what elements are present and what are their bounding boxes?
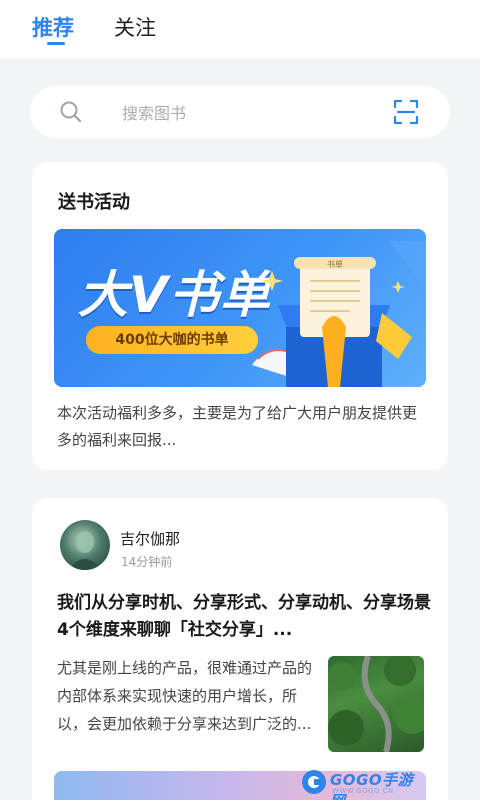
forest-road-image (328, 656, 424, 752)
avatar-image (68, 531, 102, 570)
activity-banner[interactable]: 大V书单 400位大咖的书单 书单 (54, 229, 426, 387)
tab-recommend[interactable]: 推荐 (32, 12, 74, 42)
activity-title: 送书活动 (58, 192, 130, 213)
active-tab-indicator (47, 42, 65, 45)
post-thumbnail[interactable] (328, 656, 424, 752)
activity-description: 本次活动福利多多，主要是为了给广大用户朋友提供更多的福利来回报... (57, 404, 418, 449)
banner-title: 大V书单 (78, 266, 271, 324)
author-name[interactable]: 吉尔伽那 (120, 528, 180, 549)
post-title[interactable]: 我们从分享时机、分享形式、分享动机、分享场景4个维度来聊聊「社交分享」... (57, 590, 437, 644)
watermark-subtext: WWW.GOGO.CN (332, 787, 394, 795)
watermark-text: GOGO手游网 (330, 771, 414, 800)
watermark: GOGO手游网 WWW.GOGO.CN (300, 766, 424, 800)
tab-follow[interactable]: 关注 (114, 12, 156, 42)
scan-icon[interactable] (392, 98, 420, 126)
activity-card[interactable]: 送书活动 大V书单 400位大咖的书单 书单 本次活动福利多多，主要是为了给广大… (32, 162, 448, 470)
search-input[interactable]: 搜索图书 (122, 100, 186, 124)
post-timestamp: 14分钟前 (121, 555, 173, 569)
search-icon (60, 101, 82, 123)
post-card[interactable]: 吉尔伽那 14分钟前 我们从分享时机、分享形式、分享动机、分享场景4个维度来聊聊… (32, 498, 448, 800)
search-bar[interactable]: 搜索图书 (30, 86, 450, 138)
watermark-logo-icon (302, 770, 326, 794)
post-excerpt: 尤其是刚上线的产品，很难通过产品的内部体系来实现快速的用户增长，所以，会更加依赖… (57, 659, 313, 733)
top-tab-bar: 推荐 关注 (0, 0, 480, 58)
gift-box-illustration: 书单 (252, 241, 426, 387)
scroll-label: 书单 (327, 259, 343, 269)
avatar[interactable] (60, 520, 110, 570)
banner-subtitle-pill: 400位大咖的书单 (86, 326, 258, 354)
